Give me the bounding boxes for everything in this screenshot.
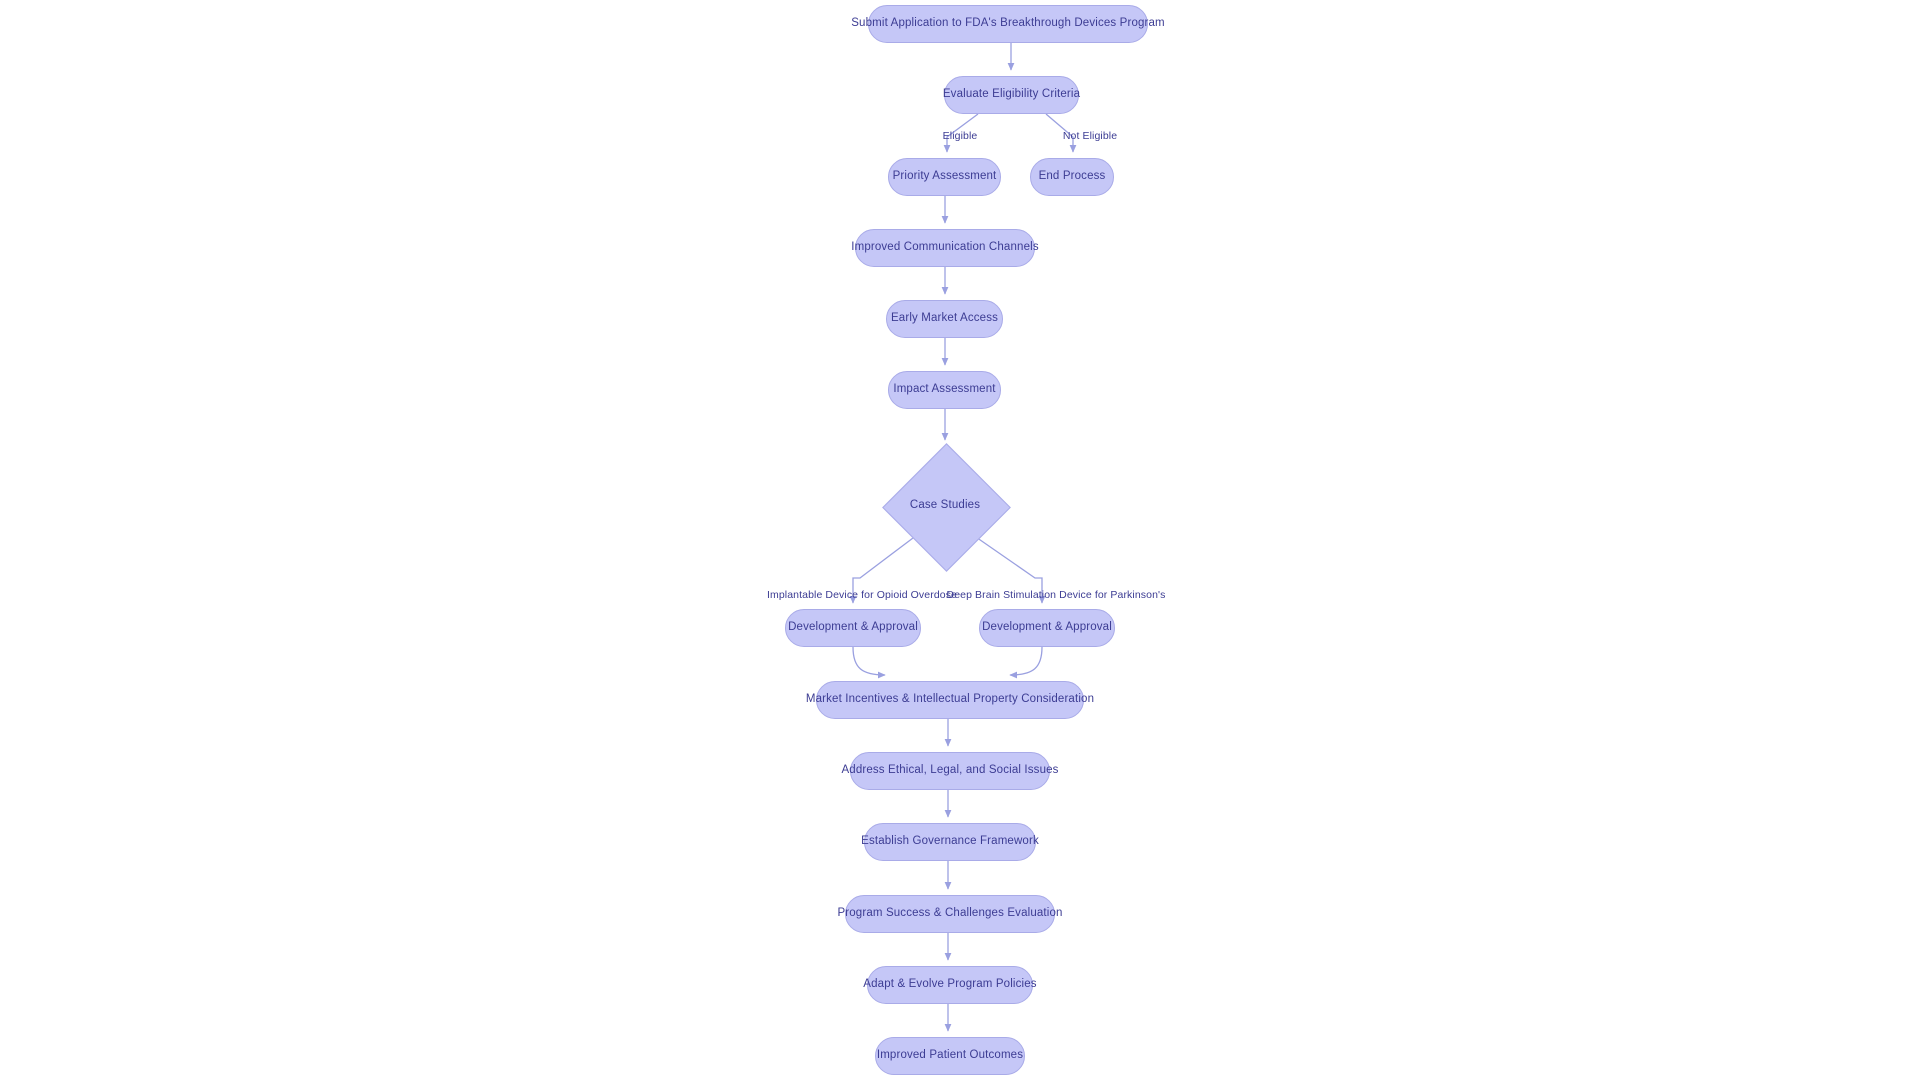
edge-label-deep-brain-stimulation: Deep Brain Stimulation Device for Parkin… bbox=[947, 589, 1166, 601]
flowchart-canvas: Submit Application to FDA's Breakthrough… bbox=[0, 0, 1920, 1080]
edge-label-text: Eligible bbox=[942, 130, 978, 142]
node-label: Evaluate Eligibility Criteria bbox=[942, 88, 1081, 101]
node-label: Case Studies bbox=[909, 499, 981, 512]
node-priority-assessment[interactable]: Priority Assessment bbox=[888, 158, 1001, 196]
node-label: Impact Assessment bbox=[893, 383, 996, 396]
node-label: Market Incentives & Intellectual Propert… bbox=[805, 693, 1095, 706]
edge-devright-market bbox=[1009, 646, 1043, 679]
node-address-ethical-legal-social[interactable]: Address Ethical, Legal, and Social Issue… bbox=[841, 752, 1058, 790]
node-development-approval-opioid[interactable]: Development & Approval bbox=[785, 609, 921, 647]
node-case-studies[interactable]: Case Studies bbox=[881, 442, 1011, 572]
node-label: Program Success & Challenges Evaluation bbox=[837, 907, 1063, 920]
node-market-incentives[interactable]: Market Incentives & Intellectual Propert… bbox=[806, 681, 1094, 719]
edge-label-implantable-device: Implantable Device for Opioid Overdose bbox=[767, 589, 957, 601]
node-label: Development & Approval bbox=[788, 621, 918, 634]
node-label: Address Ethical, Legal, and Social Issue… bbox=[841, 764, 1059, 777]
node-label: Adapt & Evolve Program Policies bbox=[863, 978, 1037, 991]
edge-label-not-eligible: Not Eligible bbox=[1063, 130, 1117, 142]
edge-label-eligible: Eligible bbox=[943, 130, 978, 142]
node-evaluate-eligibility[interactable]: Evaluate Eligibility Criteria bbox=[942, 76, 1081, 114]
node-label: Establish Governance Framework bbox=[861, 835, 1039, 848]
node-improved-patient-outcomes[interactable]: Improved Patient Outcomes bbox=[875, 1037, 1025, 1075]
edge-label-text: Not Eligible bbox=[1062, 130, 1118, 142]
node-label: Priority Assessment bbox=[892, 170, 997, 183]
node-submit-application[interactable]: Submit Application to FDA's Breakthrough… bbox=[851, 5, 1165, 43]
node-establish-governance-framework[interactable]: Establish Governance Framework bbox=[861, 823, 1039, 861]
node-label: Development & Approval bbox=[982, 621, 1112, 634]
node-end-process[interactable]: End Process bbox=[1030, 158, 1114, 196]
edge-devleft-market bbox=[852, 646, 886, 679]
node-development-approval-parkinsons[interactable]: Development & Approval bbox=[979, 609, 1115, 647]
node-label: Improved Patient Outcomes bbox=[876, 1049, 1024, 1062]
edge-label-text: Implantable Device for Opioid Overdose bbox=[767, 589, 957, 601]
edge-label-text: Deep Brain Stimulation Device for Parkin… bbox=[946, 589, 1166, 601]
node-impact-assessment[interactable]: Impact Assessment bbox=[888, 371, 1001, 409]
node-program-success-challenges[interactable]: Program Success & Challenges Evaluation bbox=[837, 895, 1062, 933]
node-label: Early Market Access bbox=[890, 312, 999, 325]
node-label: Submit Application to FDA's Breakthrough… bbox=[851, 17, 1165, 30]
node-label: Improved Communication Channels bbox=[851, 241, 1039, 254]
node-label: End Process bbox=[1038, 170, 1106, 183]
node-improved-communication-channels[interactable]: Improved Communication Channels bbox=[851, 229, 1039, 267]
node-adapt-evolve-policies[interactable]: Adapt & Evolve Program Policies bbox=[863, 966, 1037, 1004]
node-early-market-access[interactable]: Early Market Access bbox=[886, 300, 1003, 338]
